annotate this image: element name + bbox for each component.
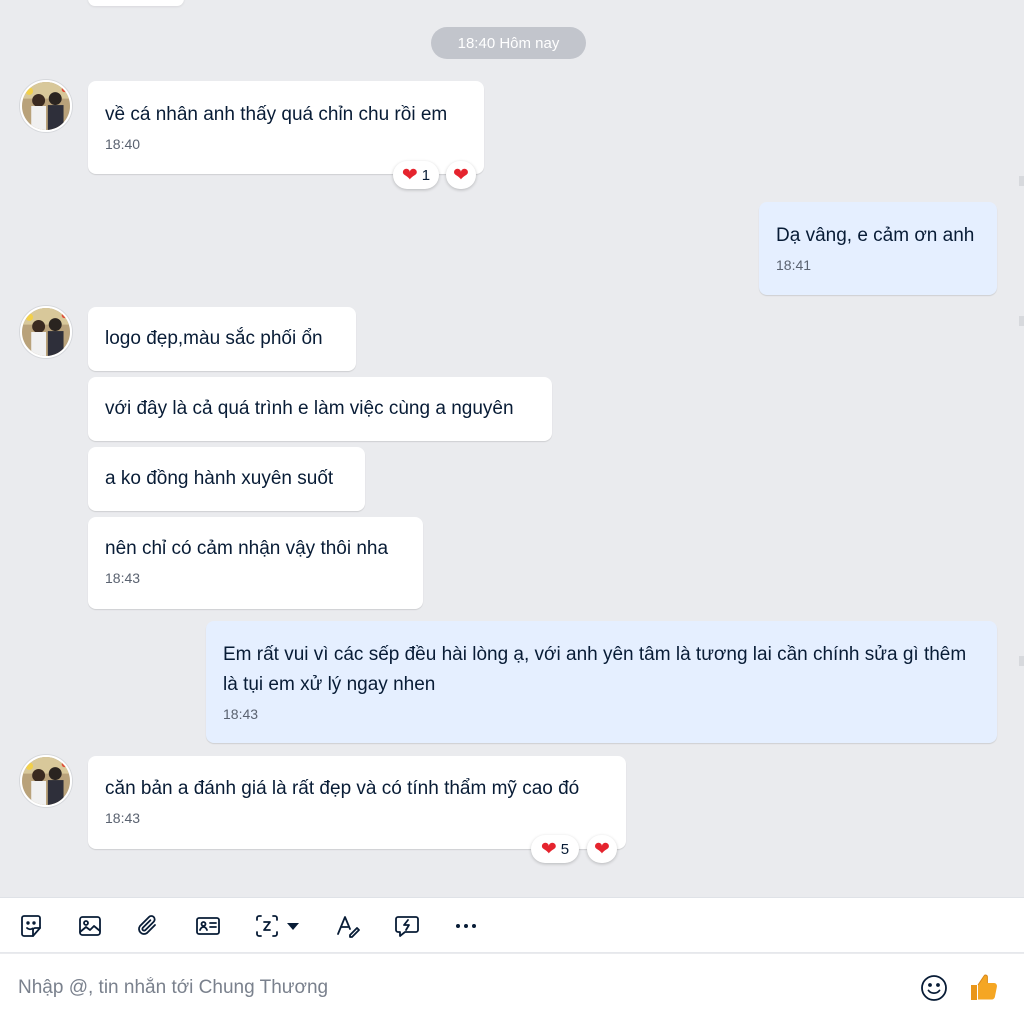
message-time: 18:43	[105, 810, 141, 826]
date-separator: 18:40 Hôm nay	[431, 27, 586, 59]
message-time: 18:40	[105, 136, 141, 152]
composer	[0, 954, 1024, 1021]
more-icon[interactable]	[450, 910, 482, 942]
message-text: căn bản a đánh giá là rất đẹp và có tính…	[105, 778, 580, 799]
message-bubble[interactable]: logo đẹp,màu sắc phối ổn	[88, 307, 356, 371]
message-text: logo đẹp,màu sắc phối ổn	[105, 328, 323, 349]
reaction-count: 1	[421, 166, 431, 184]
react-button[interactable]: ❤	[446, 161, 476, 189]
own-message-bubble[interactable]: Em rất vui vì các sếp đều hài lòng ạ, vớ…	[206, 621, 997, 743]
sticker-icon[interactable]	[15, 910, 47, 942]
message-text: về cá nhân anh thấy quá chỉn chu rồi em	[105, 104, 448, 125]
react-button[interactable]: ❤	[587, 835, 617, 863]
contact-card-icon[interactable]	[192, 910, 224, 942]
message-text: Em rất vui vì các sếp đều hài lòng ạ, vớ…	[223, 644, 967, 695]
message-bubble[interactable]: với đây là cả quá trình e làm việc cùng …	[88, 377, 552, 441]
message-time: 18:43	[105, 570, 141, 586]
scroll-marker	[1019, 316, 1024, 326]
message-time: 18:41	[776, 257, 812, 273]
message-text: a ko đồng hành xuyên suốt	[105, 468, 334, 489]
message-text: với đây là cả quá trình e làm việc cùng …	[105, 398, 514, 419]
message-text: Dạ vâng, e cảm ơn anh	[776, 225, 975, 246]
screenshot-icon[interactable]	[251, 910, 283, 942]
attachment-icon[interactable]	[132, 910, 164, 942]
own-message-bubble[interactable]: Dạ vâng, e cảm ơn anh 18:41	[759, 202, 997, 295]
quick-message-icon[interactable]	[391, 910, 423, 942]
reaction-summary[interactable]: ❤ 1	[393, 161, 439, 189]
emoji-icon[interactable]	[918, 972, 950, 1004]
message-bubble[interactable]: a ko đồng hành xuyên suốt	[88, 447, 365, 511]
image-icon[interactable]	[74, 910, 106, 942]
message-bubble[interactable]: nên chỉ có cảm nhận vậy thôi nha 18:43	[88, 517, 423, 609]
reaction-count: 5	[560, 840, 570, 858]
scroll-marker	[1019, 176, 1024, 186]
avatar[interactable]	[20, 80, 72, 132]
avatar[interactable]	[20, 306, 72, 358]
previous-message-bubble	[88, 0, 184, 6]
heart-icon: ❤	[594, 838, 610, 860]
heart-icon: ❤	[401, 164, 418, 186]
avatar[interactable]	[20, 755, 72, 807]
message-text: nên chỉ có cảm nhận vậy thôi nha	[105, 538, 389, 559]
chat-area[interactable]: 18:40 Hôm nay về cá nhân anh thấy quá ch…	[0, 0, 1024, 897]
text-format-icon[interactable]	[332, 910, 364, 942]
message-time: 18:43	[223, 706, 259, 722]
dropdown-icon[interactable]	[283, 910, 303, 942]
composer-toolbar	[0, 897, 1024, 953]
message-input[interactable]	[0, 954, 900, 1021]
heart-icon: ❤	[453, 164, 469, 186]
reaction-summary[interactable]: ❤ 5	[531, 835, 579, 863]
heart-icon: ❤	[540, 838, 557, 860]
scroll-marker	[1019, 656, 1024, 666]
thumbs-up-icon[interactable]	[966, 970, 1000, 1004]
